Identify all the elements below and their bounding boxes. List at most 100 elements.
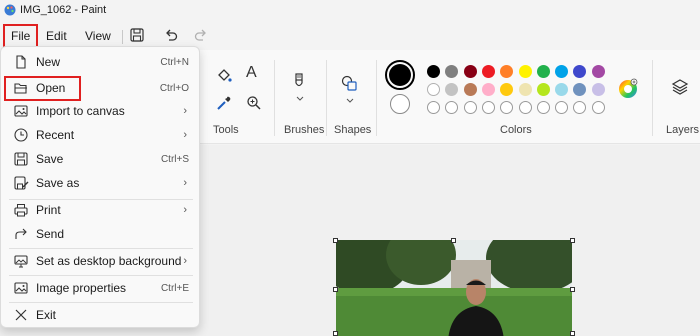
custom-color-slot[interactable] (481, 101, 495, 114)
primary-color-swatch[interactable] (385, 60, 415, 90)
shortcut-label: Ctrl+S (160, 153, 189, 165)
resize-handle[interactable] (451, 238, 456, 243)
chevron-right-icon: › (183, 255, 187, 267)
edit-colors-icon[interactable] (617, 78, 639, 100)
photo-content (336, 240, 572, 336)
file-menu-exit[interactable]: Exit (5, 304, 197, 326)
paint-palette-icon (4, 4, 16, 16)
color-swatch[interactable] (481, 65, 495, 78)
color-swatch[interactable] (463, 83, 477, 96)
color-swatch[interactable] (518, 65, 532, 78)
open-highlight (4, 76, 81, 101)
custom-color-slot[interactable] (500, 101, 514, 114)
shapes-icon[interactable] (340, 74, 358, 92)
menu-divider (9, 248, 193, 249)
close-icon (15, 309, 27, 321)
chevron-right-icon: › (183, 129, 187, 141)
brush-icon[interactable] (290, 72, 308, 90)
menu-item-label: Save (36, 152, 64, 166)
menu-edit[interactable]: Edit (40, 24, 73, 48)
color-swatch[interactable] (591, 83, 605, 96)
menu-item-label: Recent (36, 128, 75, 142)
resize-handle[interactable] (333, 238, 338, 243)
magnifier-icon[interactable] (245, 94, 263, 112)
menu-item-label: Exit (36, 308, 57, 322)
custom-color-slot[interactable] (536, 101, 550, 114)
shortcut-label: Ctrl+E (160, 282, 189, 294)
color-swatch[interactable] (518, 83, 532, 96)
color-swatch[interactable] (591, 65, 605, 78)
file-menu-save-as[interactable]: Save as › (5, 172, 197, 194)
text-tool-icon[interactable]: A (246, 64, 257, 82)
menu-item-label: New (36, 55, 61, 69)
color-swatch[interactable] (500, 83, 514, 96)
color-picker-icon[interactable] (215, 94, 233, 112)
file-menu-print[interactable]: Print › (5, 199, 197, 221)
shapes-group-label: Shapes (334, 124, 372, 136)
chevron-right-icon: › (183, 204, 187, 216)
menu-item-label: Send (36, 227, 65, 241)
file-menu-import[interactable]: Import to canvas › (5, 100, 197, 122)
file-menu: New Ctrl+N Open Ctrl+O Import to canvas … (0, 46, 200, 328)
window-title: IMG_1062 - Paint (20, 4, 107, 16)
ribbon-divider (376, 60, 377, 136)
layers-icon[interactable] (671, 78, 689, 96)
secondary-color-swatch[interactable] (390, 94, 410, 114)
redo-icon[interactable] (193, 27, 209, 43)
save-icon[interactable] (129, 27, 145, 43)
color-swatch[interactable] (463, 65, 477, 78)
color-swatch[interactable] (445, 83, 459, 96)
color-swatch[interactable] (555, 65, 569, 78)
custom-color-slot[interactable] (427, 101, 440, 114)
resize-handle[interactable] (333, 331, 338, 336)
file-menu-save[interactable]: Save Ctrl+S (5, 148, 197, 170)
image-properties-icon (14, 282, 28, 294)
color-swatch[interactable] (536, 65, 550, 78)
color-swatch[interactable] (445, 65, 459, 78)
custom-color-slot[interactable] (573, 101, 587, 114)
menu-item-label: Image properties (36, 281, 127, 295)
chevron-down-icon[interactable] (346, 98, 354, 104)
color-swatch[interactable] (500, 65, 514, 78)
file-menu-recent[interactable]: Recent › (5, 124, 197, 146)
ribbon-divider (274, 60, 275, 136)
file-menu-image-properties[interactable]: Image properties Ctrl+E (5, 277, 197, 299)
new-file-icon (16, 55, 26, 69)
resize-handle[interactable] (570, 238, 575, 243)
undo-icon[interactable] (163, 27, 179, 43)
title-bar: IMG_1062 - Paint (0, 0, 700, 20)
menu-divider (122, 30, 123, 44)
color-swatch[interactable] (573, 83, 587, 96)
custom-color-slot[interactable] (445, 101, 459, 114)
color-swatch[interactable] (481, 83, 495, 96)
file-menu-send[interactable]: Send (5, 223, 197, 245)
resize-handle[interactable] (333, 287, 338, 292)
color-swatch[interactable] (536, 83, 550, 96)
clock-icon (14, 128, 28, 142)
printer-icon (14, 204, 28, 217)
color-swatch[interactable] (427, 65, 440, 78)
menu-item-label: Save as (36, 176, 80, 190)
menu-divider (9, 275, 193, 276)
file-menu-desktop-background[interactable]: Set as desktop background › (5, 250, 197, 272)
color-swatch[interactable] (427, 83, 440, 96)
ribbon-divider (652, 60, 653, 136)
custom-color-slot[interactable] (555, 101, 569, 114)
import-image-icon (14, 105, 28, 117)
menu-file[interactable]: File (3, 24, 39, 48)
resize-handle[interactable] (570, 287, 575, 292)
custom-color-slot[interactable] (463, 101, 477, 114)
chevron-right-icon: › (183, 105, 187, 117)
resize-handle[interactable] (570, 331, 575, 336)
canvas-image[interactable] (336, 240, 572, 336)
color-swatch[interactable] (573, 65, 587, 78)
layers-group-label: Layers (666, 124, 700, 136)
colors-group-label: Colors (500, 124, 532, 136)
fill-bucket-icon[interactable] (215, 66, 233, 84)
chevron-down-icon[interactable] (296, 96, 304, 102)
file-menu-new[interactable]: New Ctrl+N (5, 51, 197, 73)
menu-view[interactable]: View (79, 24, 117, 48)
custom-color-slot[interactable] (591, 101, 605, 114)
custom-color-slot[interactable] (518, 101, 532, 114)
color-swatch[interactable] (555, 83, 569, 96)
